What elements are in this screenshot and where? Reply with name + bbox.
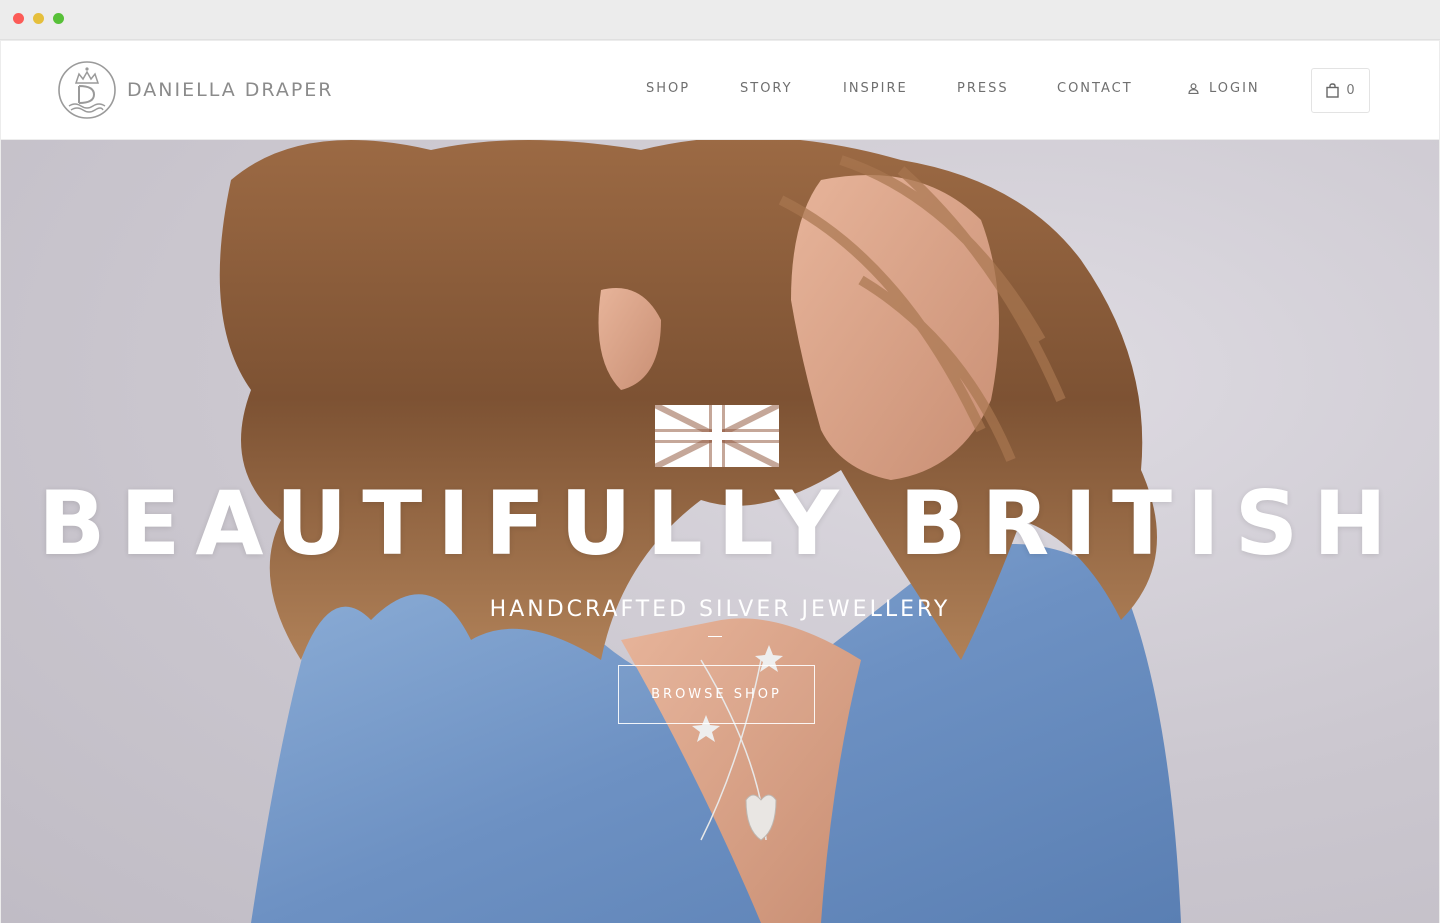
maximize-window-button[interactable] xyxy=(53,13,64,24)
login-link[interactable]: LOGIN xyxy=(1188,81,1260,96)
close-window-button[interactable] xyxy=(13,13,24,24)
hero-subtitle: HANDCRAFTED SILVER JEWELLERY xyxy=(489,597,951,622)
cart-button[interactable]: 0 xyxy=(1311,68,1370,113)
site-header: DANIELLA DRAPER SHOP STORY INSPIRE PRESS… xyxy=(1,41,1439,140)
main-nav: SHOP STORY INSPIRE PRESS CONTACT LOGIN xyxy=(1,81,1439,101)
nav-item-shop[interactable]: SHOP xyxy=(646,81,690,96)
nav-item-contact[interactable]: CONTACT xyxy=(1057,81,1133,96)
union-jack-icon xyxy=(655,405,779,467)
browser-chrome xyxy=(0,0,1440,40)
nav-item-press[interactable]: PRESS xyxy=(957,81,1009,96)
nav-item-inspire[interactable]: INSPIRE xyxy=(843,81,908,96)
cart-count: 0 xyxy=(1346,83,1355,98)
user-icon xyxy=(1188,83,1199,94)
hero-divider xyxy=(708,636,722,637)
minimize-window-button[interactable] xyxy=(33,13,44,24)
hero-banner: BEAUTIFULLY BRITISH HANDCRAFTED SILVER J… xyxy=(1,140,1439,923)
hero-title: BEAUTIFULLY BRITISH xyxy=(38,472,1402,575)
page: DANIELLA DRAPER SHOP STORY INSPIRE PRESS… xyxy=(1,41,1439,923)
browse-shop-button[interactable]: BROWSE SHOP xyxy=(618,665,815,724)
shopping-bag-icon xyxy=(1326,83,1340,98)
login-label: LOGIN xyxy=(1209,81,1260,96)
hero-content: BEAUTIFULLY BRITISH HANDCRAFTED SILVER J… xyxy=(1,140,1439,923)
nav-item-story[interactable]: STORY xyxy=(740,81,793,96)
